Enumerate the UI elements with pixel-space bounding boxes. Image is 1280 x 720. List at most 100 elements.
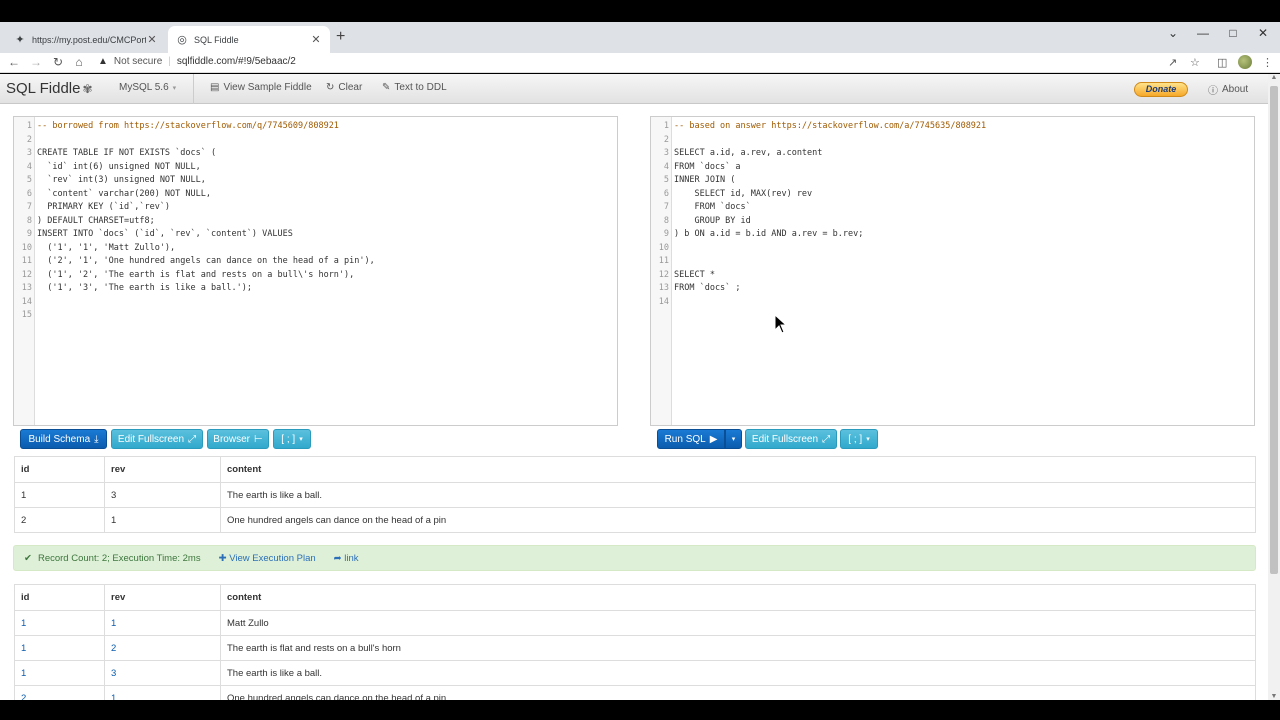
- page-scrollbar[interactable]: ▲ ▼: [1268, 74, 1280, 700]
- mouse-cursor-icon: [774, 314, 788, 334]
- new-tab-icon[interactable]: +: [336, 28, 345, 46]
- schema-editor[interactable]: 1 -- borrowed from https://stackoverflow.…: [13, 116, 618, 426]
- code-line[interactable]: 1 -- borrowed from https://stackoverflow.…: [14, 120, 339, 134]
- code-line[interactable]: 13 ('1', '3', 'The earth is like a ball.…: [14, 282, 252, 296]
- edit-fullscreen-schema-button[interactable]: Edit Fullscreen ⤢: [111, 429, 203, 449]
- minimize-icon[interactable]: —: [1188, 22, 1218, 44]
- edit-fullscreen-label: Edit Fullscreen: [751, 433, 819, 445]
- donate-button[interactable]: Donate: [1134, 82, 1188, 97]
- column-header: rev: [104, 457, 220, 482]
- view-execution-plan-link[interactable]: ✚ View Execution Plan: [219, 553, 316, 564]
- code-text: -- borrowed from https://stackoverflow.c…: [37, 121, 339, 131]
- table-cell: 2: [21, 514, 27, 526]
- browser-label: Browser: [213, 433, 250, 445]
- code-line[interactable]: 3 CREATE TABLE IF NOT EXISTS `docs` (: [14, 147, 216, 161]
- query-delimiter-button[interactable]: [ ; ] ▾: [840, 429, 878, 449]
- code-line[interactable]: 6 SELECT id, MAX(rev) rev: [651, 188, 812, 202]
- profile-avatar[interactable]: [1238, 55, 1252, 69]
- run-sql-dropdown-button[interactable]: ▾: [725, 429, 742, 449]
- scroll-down-icon[interactable]: ▼: [1268, 693, 1280, 700]
- code-line[interactable]: 5 INNER JOIN (: [651, 174, 736, 188]
- code-text: ) b ON a.id = b.id AND a.rev = b.rev;: [674, 229, 864, 239]
- code-text: INNER JOIN (: [674, 175, 736, 185]
- line-number: 11: [658, 256, 669, 266]
- line-number: 9: [663, 229, 669, 239]
- code-text: FROM `docs` a: [674, 161, 741, 172]
- close-tab-icon[interactable]: ✕: [146, 33, 158, 46]
- code-line[interactable]: 14: [14, 296, 37, 310]
- url-text: sqlfiddle.com/#!9/5ebaac/2: [176, 56, 296, 67]
- code-line[interactable]: 2: [651, 134, 674, 148]
- line-number: 4: [26, 161, 32, 172]
- code-line[interactable]: 8 GROUP BY id: [651, 215, 751, 229]
- browser-button[interactable]: Browser ⊢: [207, 429, 269, 449]
- record-count-text: Record Count: 2; Execution Time: 2ms: [37, 552, 201, 564]
- code-line[interactable]: 10 ('1', '1', 'Matt Zullo'),: [14, 242, 175, 256]
- scroll-up-icon[interactable]: ▲: [1268, 74, 1280, 81]
- code-line[interactable]: 4 `id` int(6) unsigned NOT NULL,: [14, 161, 201, 175]
- browser-tab-portal[interactable]: ✦ https://my.post.edu/CMCPortal/... ✕: [6, 26, 166, 53]
- code-line[interactable]: 9 INSERT INTO `docs` (`id`, `rev`, `conte…: [14, 228, 293, 242]
- code-line[interactable]: 10: [651, 242, 674, 256]
- tree-icon: ⊢: [253, 433, 263, 445]
- browser-tab-sqlfiddle[interactable]: ◎ SQL Fiddle ✕: [168, 26, 330, 53]
- result-table-2: id rev content 1 1 Matt Zullo 1 2 The earth is f…: [14, 584, 1256, 700]
- code-text: INSERT INTO `docs` (`id`, `rev`, `conten…: [37, 229, 293, 239]
- window-close-icon[interactable]: ✕: [1248, 22, 1278, 44]
- code-line[interactable]: 4 FROM `docs` a: [651, 161, 741, 175]
- tab-search-icon[interactable]: ⌄: [1158, 22, 1188, 44]
- list-icon: ▤: [210, 82, 220, 93]
- back-icon[interactable]: ←: [6, 55, 22, 69]
- browser-tab-bar: ✦ https://my.post.edu/CMCPortal/... ✕ ◎ …: [0, 22, 1280, 53]
- code-line[interactable]: 12 ('1', '2', 'The earth is flat and res…: [14, 269, 355, 283]
- code-line[interactable]: 3 SELECT a.id, a.rev, a.content: [651, 147, 823, 161]
- maximize-icon[interactable]: □: [1218, 22, 1248, 44]
- close-tab-icon[interactable]: ✕: [310, 33, 322, 46]
- run-sql-button[interactable]: Run SQL ▶: [657, 429, 725, 449]
- clear-button[interactable]: ↻ Clear: [326, 82, 362, 93]
- build-schema-button[interactable]: Build Schema ⤓: [20, 429, 107, 449]
- browser-menu-icon[interactable]: ⋮: [1262, 56, 1273, 69]
- code-line[interactable]: 9 ) b ON a.id = b.id AND a.rev = b.rev;: [651, 228, 863, 242]
- table-row: 1 2 The earth is flat and rests on a bull'…: [15, 635, 1255, 660]
- caret-down-icon: ▾: [866, 436, 870, 443]
- about-button[interactable]: ⓘ About: [1208, 82, 1248, 97]
- code-line[interactable]: 12 SELECT *: [651, 269, 715, 283]
- code-line[interactable]: 14: [651, 296, 674, 310]
- db-selector[interactable]: MySQL 5.6 ▾: [119, 82, 176, 93]
- code-line[interactable]: 7 FROM `docs`: [651, 201, 751, 215]
- bookmark-star-icon[interactable]: ☆: [1190, 56, 1200, 69]
- brand[interactable]: SQL Fiddle ✾: [6, 80, 93, 97]
- url-field[interactable]: ▲ Not secure | sqlfiddle.com/#!9/5ebaac/…: [98, 56, 296, 67]
- code-line[interactable]: 11 ('2', '1', 'One hundred angels can da…: [14, 255, 375, 269]
- permalink-link[interactable]: ➦ link: [334, 553, 359, 564]
- edit-fullscreen-query-button[interactable]: Edit Fullscreen ⤢: [745, 429, 837, 449]
- home-icon[interactable]: ⌂: [71, 55, 87, 69]
- code-line[interactable]: 1 -- based on answer https://stackoverflo…: [651, 120, 986, 134]
- link-label: link: [344, 552, 359, 564]
- line-number: 12: [658, 269, 669, 280]
- code-line[interactable]: 7 PRIMARY KEY (`id`,`rev`): [14, 201, 170, 215]
- code-text: CREATE TABLE IF NOT EXISTS `docs` (: [37, 148, 217, 158]
- code-line[interactable]: 2: [14, 134, 37, 148]
- code-line[interactable]: 5 `rev` int(3) unsigned NOT NULL,: [14, 174, 206, 188]
- code-line[interactable]: 11: [651, 255, 674, 269]
- table-cell: 2: [21, 692, 27, 701]
- share-icon[interactable]: ↗: [1168, 56, 1177, 69]
- view-sample-button[interactable]: ▤ View Sample Fiddle: [210, 82, 312, 93]
- query-editor[interactable]: 1 -- based on answer https://stackoverflo…: [650, 116, 1255, 426]
- code-line[interactable]: 13 FROM `docs` ;: [651, 282, 741, 296]
- line-number: 15: [21, 310, 32, 320]
- code-line[interactable]: 8) DEFAULT CHARSET=utf8;: [14, 215, 155, 229]
- forward-icon[interactable]: →: [28, 55, 44, 69]
- code-line[interactable]: 15: [14, 309, 37, 323]
- scrollbar-thumb[interactable]: [1270, 86, 1278, 574]
- text-to-ddl-button[interactable]: ✎ Text to DDL: [382, 82, 447, 93]
- schema-delimiter-button[interactable]: [ ; ] ▾: [273, 429, 311, 449]
- sidepanel-icon[interactable]: ◫: [1217, 56, 1227, 69]
- code-line[interactable]: 6 `content` varchar(200) NOT NULL,: [14, 188, 211, 202]
- reload-icon[interactable]: ↻: [50, 55, 66, 69]
